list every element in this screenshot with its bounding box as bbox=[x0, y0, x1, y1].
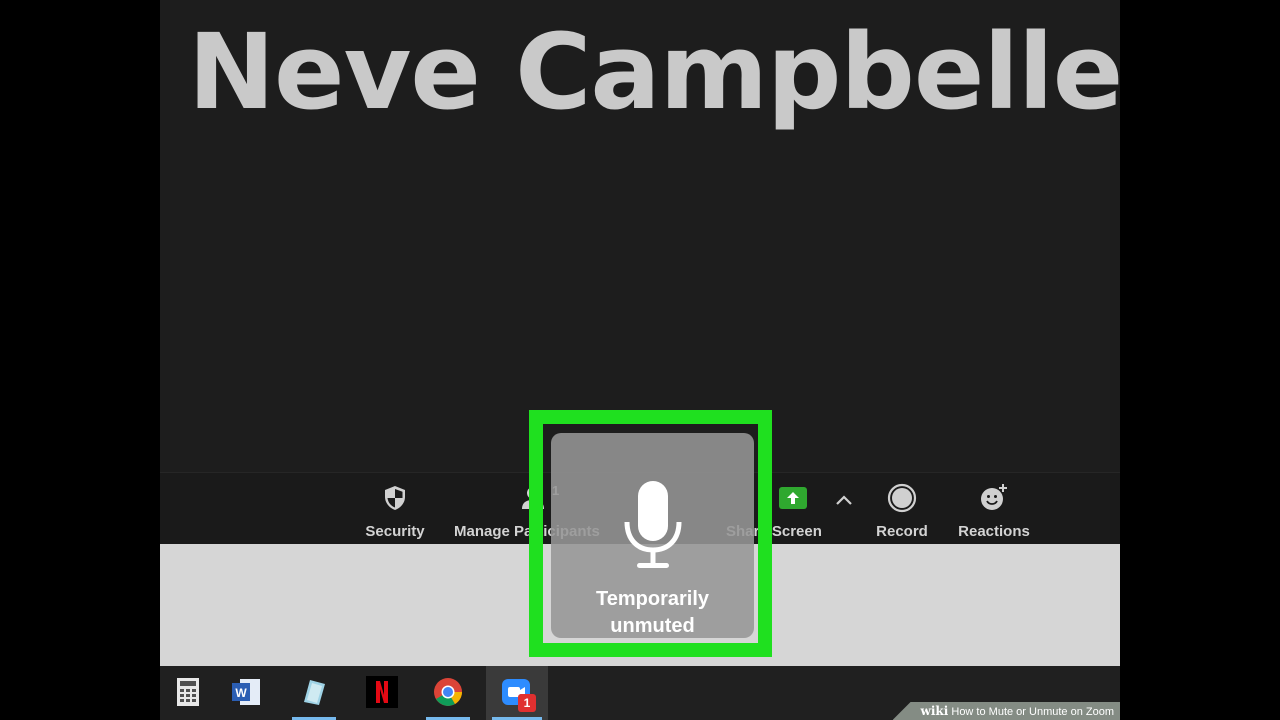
taskbar-chrome[interactable] bbox=[420, 666, 476, 720]
share-options-button[interactable] bbox=[830, 473, 858, 545]
taskbar-calculator[interactable] bbox=[160, 666, 216, 720]
reactions-label: Reactions bbox=[958, 523, 1030, 540]
netflix-icon bbox=[366, 676, 398, 708]
zoom-meeting-window: Neve Campbelle Security 1 Manage Partici… bbox=[160, 0, 1120, 720]
watermark-text: How to Mute or Unmute on Zoom bbox=[951, 706, 1114, 718]
record-icon bbox=[887, 483, 917, 513]
zoom-notification-badge: 1 bbox=[518, 694, 536, 712]
shield-icon bbox=[385, 486, 405, 510]
share-screen-icon bbox=[779, 487, 807, 509]
reactions-button[interactable]: Reactions bbox=[954, 473, 1034, 545]
security-button[interactable]: Security bbox=[360, 473, 430, 545]
taskbar-netflix[interactable] bbox=[354, 666, 410, 720]
security-label: Security bbox=[365, 523, 425, 540]
calculator-icon bbox=[177, 678, 199, 706]
chevron-up-icon bbox=[836, 495, 852, 505]
watermark-brand: wiki bbox=[920, 704, 949, 718]
chrome-icon bbox=[434, 678, 462, 706]
taskbar-zoom[interactable]: 1 bbox=[486, 666, 548, 720]
taskbar-notes[interactable] bbox=[286, 666, 342, 720]
highlight-box bbox=[529, 410, 772, 657]
word-icon: W bbox=[232, 679, 260, 705]
record-button[interactable]: Record bbox=[867, 473, 937, 545]
reactions-icon bbox=[981, 484, 1007, 510]
participant-name: Neve Campbelle bbox=[188, 11, 1120, 133]
watermark: wiki How to Mute or Unmute on Zoom bbox=[892, 702, 1120, 720]
record-label: Record bbox=[876, 523, 928, 540]
svg-text:W: W bbox=[235, 686, 247, 700]
taskbar-word[interactable]: W bbox=[218, 666, 274, 720]
notes-icon bbox=[304, 680, 325, 705]
